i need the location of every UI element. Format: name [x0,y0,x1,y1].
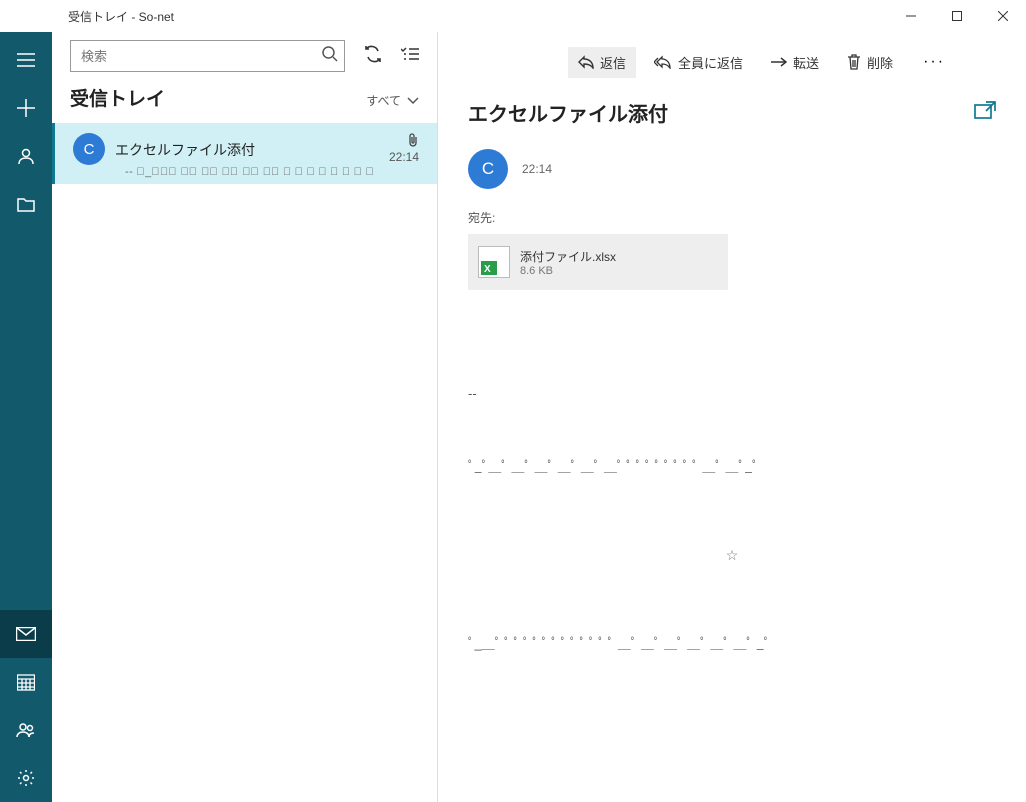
sender-avatar: C [73,133,105,165]
titlebar: 受信トレイ - So-net [0,0,1026,32]
excel-file-icon [478,246,510,278]
attachment-name: 添付ファイル.xlsx [520,248,616,265]
message-list-pane: 受信トレイ すべて C エクセルファイル添付 22:14 -- ﾟ_ﾟ＿ﾟ ＿ﾟ… [52,32,438,802]
accounts-icon[interactable] [0,132,52,180]
search-input[interactable] [81,49,322,64]
calendar-icon[interactable] [0,658,52,706]
window-title: 受信トレイ - So-net [68,8,174,25]
select-mode-icon[interactable] [401,47,419,66]
message-subject: エクセルファイル添付 [115,140,389,160]
search-icon[interactable] [322,46,338,67]
to-label: 宛先: [468,209,996,226]
content-avatar: C [468,149,508,189]
folder-title: 受信トレイ [70,84,165,111]
trash-icon [847,54,861,70]
star-divider: ☆ [468,536,996,575]
attachment-size: 8.6 KB [520,265,616,277]
window-controls [888,0,1026,32]
close-button[interactable] [980,0,1026,32]
reply-button[interactable]: 返信 [568,47,636,78]
message-item[interactable]: C エクセルファイル添付 22:14 -- ﾟ_ﾟ＿ﾟ ＿ﾟ ＿ﾟ ＿ﾟ ＿ﾟ … [52,123,437,184]
content-subject: エクセルファイル添付 [468,98,974,127]
attachment-item[interactable]: 添付ファイル.xlsx 8.6 KB [468,234,728,290]
search-box[interactable] [70,40,345,72]
folders-icon[interactable] [0,180,52,228]
hamburger-icon[interactable] [0,36,52,84]
attachment-icon [389,133,419,150]
forward-icon [771,56,787,68]
nav-sidebar [0,32,52,802]
reply-all-icon [654,55,672,69]
message-toolbar: 返信 全員に返信 転送 削除 ··· [468,32,996,92]
people-icon[interactable] [0,706,52,754]
reply-icon [578,55,594,69]
message-body: -- ﾟ_ﾟ＿ﾟ ＿ﾟ ＿ﾟ ＿ﾟ ＿ﾟ ＿ﾟ ﾟ ﾟ ﾟ ﾟ ﾟ ﾟ ﾟ ﾟ … [468,340,996,698]
reading-pane: 返信 全員に返信 転送 削除 ··· エクセルファイル添付 C 22:14 [438,32,1026,802]
refresh-icon[interactable] [363,45,383,68]
open-external-icon[interactable] [974,101,996,124]
message-time: 22:14 [389,150,419,164]
message-preview: -- ﾟ_ﾟ＿ﾟ ＿ﾟ ＿ﾟ ＿ﾟ ＿ﾟ ＿ﾟ ﾟ ﾟ ﾟ ﾟ ﾟ ﾟ ﾟ ﾟ [115,166,419,178]
more-actions-button[interactable]: ··· [915,49,953,75]
settings-icon[interactable] [0,754,52,802]
filter-dropdown[interactable]: すべて [366,92,419,109]
filter-label: すべて [366,92,401,109]
reply-all-button[interactable]: 全員に返信 [644,47,753,78]
delete-button[interactable]: 削除 [837,47,903,78]
content-time: 22:14 [522,162,552,176]
compose-icon[interactable] [0,84,52,132]
maximize-button[interactable] [934,0,980,32]
chevron-down-icon [407,97,419,105]
mail-icon[interactable] [0,610,52,658]
minimize-button[interactable] [888,0,934,32]
forward-button[interactable]: 転送 [761,47,829,78]
